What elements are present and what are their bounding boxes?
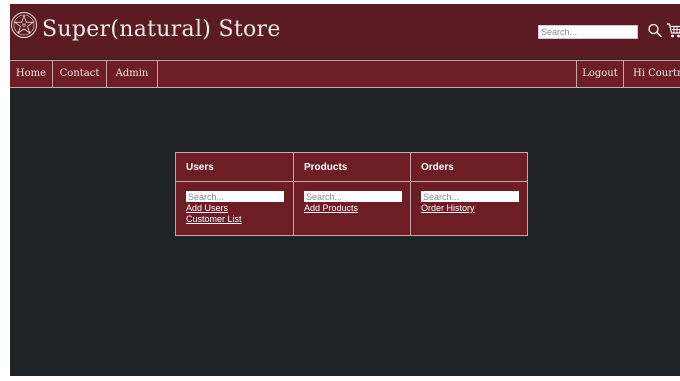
users-column: Users Add Users Customer List [176, 153, 293, 235]
app-window: Super(natural) Store Home Contact Admin … [10, 4, 680, 376]
shopping-cart-icon[interactable] [666, 20, 680, 40]
magnifier-icon[interactable] [647, 21, 663, 39]
admin-panel: Users Add Users Customer List Products A… [175, 152, 528, 236]
orders-heading: Orders [411, 153, 527, 182]
site-header: Super(natural) Store [10, 4, 680, 59]
customer-list-link[interactable]: Customer List [186, 214, 242, 224]
products-heading: Products [294, 153, 410, 182]
nav-greeting[interactable]: Hi Courtney [623, 61, 680, 87]
orders-column: Orders Order History [410, 153, 527, 235]
add-users-link[interactable]: Add Users [186, 203, 228, 213]
order-history-link[interactable]: Order History [421, 203, 475, 213]
nav-admin[interactable]: Admin [107, 61, 158, 87]
products-search-input[interactable] [304, 191, 402, 202]
pentagram-emblem-icon[interactable] [10, 11, 38, 39]
store-title[interactable]: Super(natural) Store [42, 17, 281, 42]
nav-logout[interactable]: Logout [576, 61, 624, 87]
main-nav: Home Contact Admin Logout Hi Courtney [10, 60, 680, 88]
products-column: Products Add Products [293, 153, 410, 235]
site-search-input[interactable] [538, 25, 638, 39]
nav-contact[interactable]: Contact [53, 61, 107, 87]
orders-search-input[interactable] [421, 191, 519, 202]
nav-home[interactable]: Home [10, 61, 53, 87]
users-search-input[interactable] [186, 191, 284, 202]
users-heading: Users [176, 153, 293, 182]
add-products-link[interactable]: Add Products [304, 203, 358, 213]
